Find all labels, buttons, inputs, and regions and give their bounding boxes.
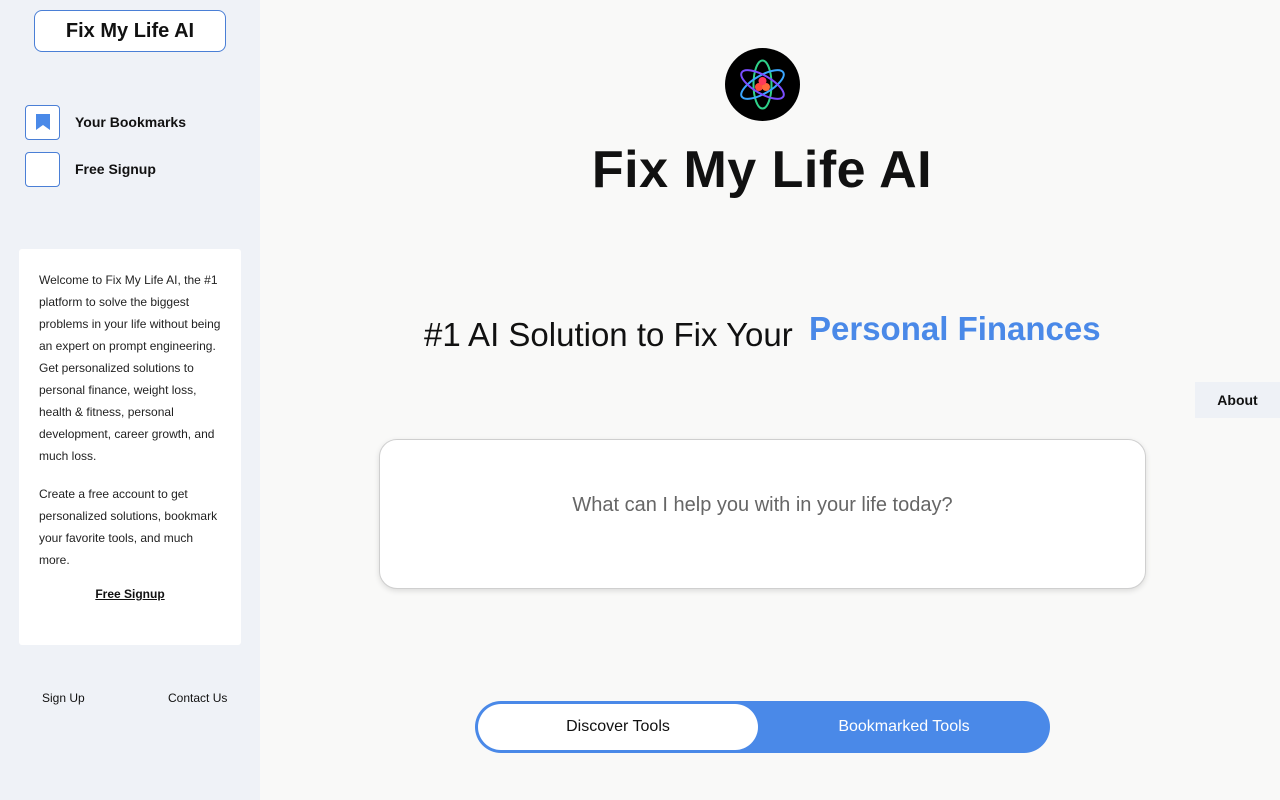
sidebar: Fix My Life AI Your Bookmarks Free Signu… [0, 0, 260, 800]
sign-up-link[interactable]: Sign Up [42, 691, 85, 705]
sidebar-item-free-signup[interactable]: Free Signup [25, 151, 156, 187]
sidebar-item-label: Your Bookmarks [75, 114, 186, 130]
about-tab[interactable]: About [1195, 382, 1280, 418]
page-title: Fix My Life AI [591, 141, 933, 199]
sidebar-item-label: Free Signup [75, 161, 156, 177]
signup-promo-text: Create a free account to get personalize… [39, 487, 218, 567]
bookmark-icon-box [25, 104, 60, 140]
welcome-card: Welcome to Fix My Life AI, the #1 platfo… [19, 249, 241, 645]
search-input[interactable] [380, 440, 1145, 588]
headline-accent: Personal Finances [809, 310, 1101, 347]
logo [725, 48, 800, 121]
bookmark-icon [35, 114, 50, 130]
signup-icon-box [25, 151, 60, 187]
search-box [379, 439, 1146, 589]
headline: #1 AI Solution to Fix Your [424, 316, 793, 353]
tools-toggle: Discover Tools Bookmarked Tools [475, 701, 1050, 753]
discover-tools-button[interactable]: Discover Tools [478, 704, 758, 750]
free-signup-link[interactable]: Free Signup [39, 587, 221, 601]
welcome-text: Welcome to Fix My Life AI, the #1 platfo… [39, 273, 221, 463]
sidebar-item-bookmarks[interactable]: Your Bookmarks [25, 104, 186, 140]
contact-us-link[interactable]: Contact Us [168, 691, 227, 705]
brand-button[interactable]: Fix My Life AI [34, 10, 226, 52]
atom-logo-icon [740, 59, 785, 110]
bookmarked-tools-button[interactable]: Bookmarked Tools [758, 704, 1050, 750]
